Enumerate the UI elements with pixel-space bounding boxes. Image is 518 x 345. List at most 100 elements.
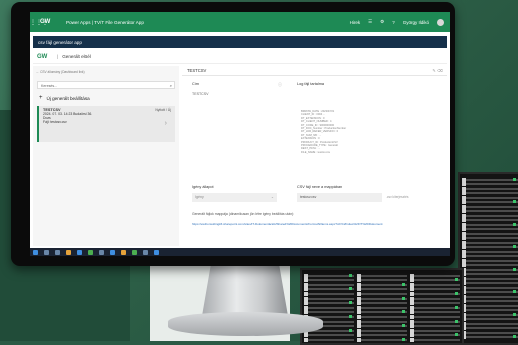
explorer-icon[interactable]: [66, 249, 71, 255]
file-entry: [410, 333, 460, 338]
file-entry: [462, 182, 518, 186]
file-entry: [462, 249, 518, 254]
file-list-row: [462, 177, 518, 182]
file-entry: [410, 291, 460, 296]
file-list-row: [462, 231, 518, 236]
file-entry: [357, 314, 407, 319]
file-entry: [304, 333, 354, 338]
file-list-row: [304, 333, 460, 338]
status-dropdown[interactable]: Igény ⌄: [192, 193, 277, 202]
file-entry: [410, 296, 460, 301]
app-icon[interactable]: [154, 249, 159, 255]
new-record-button[interactable]: + Új generált beállítása: [39, 95, 90, 101]
news-button[interactable]: Hirek: [350, 20, 361, 25]
file-entry: [462, 186, 518, 191]
chevron-right-icon[interactable]: ›: [165, 120, 167, 127]
search-icon[interactable]: ⌕: [170, 82, 172, 90]
file-entry: [410, 273, 460, 278]
file-entry: [410, 287, 460, 292]
page-title: Generált elöél: [62, 54, 91, 59]
sync-label: Igény állapot: [192, 185, 214, 189]
start-icon[interactable]: [33, 249, 38, 255]
plus-icon: +: [39, 95, 43, 101]
settings-icon[interactable]: ⚙: [380, 19, 384, 25]
file-entry: [462, 272, 518, 276]
teams-icon[interactable]: [132, 249, 137, 255]
record-list-panel: ← CSV állomány (Dashboard link) Keresés.…: [33, 66, 179, 246]
status-dropdown-value: Igény: [195, 195, 204, 199]
menu-icon[interactable]: ☰: [368, 19, 372, 25]
detail-header: TESTCSV ✎ ⌫: [182, 66, 447, 76]
word-icon[interactable]: [110, 249, 115, 255]
detail-panel: TESTCSV ✎ ⌫ Cím ⓘ TESTCSV Log fájl tarta…: [182, 66, 447, 246]
file-entry: [462, 227, 518, 231]
file-list-row: [304, 287, 460, 292]
file-entry: [462, 204, 518, 209]
file-list-row: [462, 213, 518, 218]
file-entry: [462, 276, 518, 281]
file-entry: [357, 291, 407, 296]
file-entry: [410, 328, 460, 333]
file-entry: [357, 273, 407, 278]
edge-icon[interactable]: [77, 249, 82, 255]
new-record-label: Új generált beállítása: [46, 95, 90, 101]
list-item[interactable]: TESTCSV Nyitott / Új 2024. 07. 03. 14:23…: [37, 106, 175, 142]
app-launcher-icon[interactable]: ⋮⋮⋮: [30, 19, 48, 26]
help-icon[interactable]: ?: [392, 20, 395, 25]
detail-title: TESTCSV: [187, 68, 207, 73]
file-list-row: [462, 254, 518, 258]
user-name: György Ildikó: [402, 19, 429, 25]
file-entry: [462, 267, 518, 272]
file-entry: [462, 299, 518, 303]
topbar-title: Power Apps | TV/T File Generátor App: [66, 19, 144, 25]
file-list-row: [462, 195, 518, 200]
search-taskbar-icon[interactable]: [44, 249, 49, 255]
file-entry: [410, 305, 460, 310]
file-list-row: [304, 296, 460, 301]
file-list-row: [462, 245, 518, 249]
file-entry: [462, 263, 518, 267]
name-value: TESTCSV: [192, 92, 209, 96]
outlook-icon[interactable]: [99, 249, 104, 255]
csv-name-value: testcsv.csv: [300, 195, 317, 199]
taskview-icon[interactable]: [55, 249, 60, 255]
file-list-row: [462, 272, 518, 276]
file-list-row: [462, 285, 518, 290]
file-entry: [304, 291, 354, 296]
app-title-bar: csv fájl generátor app: [33, 36, 447, 48]
file-list-row: [462, 209, 518, 213]
file-entry: [462, 195, 518, 200]
log-label: Log fájl tartalma: [297, 82, 325, 86]
edit-delete-icons[interactable]: ✎ ⌫: [432, 66, 443, 76]
file-entry: [357, 282, 407, 287]
app-icon[interactable]: [121, 249, 126, 255]
search-input[interactable]: Keresés... ⌕: [37, 81, 175, 89]
file-entry: [304, 273, 354, 278]
avatar[interactable]: [437, 18, 444, 26]
file-entry: [462, 317, 518, 321]
file-entry: [462, 218, 518, 222]
file-entry: [462, 290, 518, 294]
file-list-row: [462, 240, 518, 245]
file-entry: [462, 312, 518, 317]
file-list-row: [462, 258, 518, 263]
app-icon[interactable]: [143, 249, 148, 255]
page-header: GW | Generált elöél: [33, 50, 447, 64]
csv-name-field[interactable]: testcsv.csv: [297, 193, 382, 202]
file-list-row: [462, 249, 518, 254]
file-entry: [462, 321, 518, 326]
excel-icon[interactable]: [88, 249, 93, 255]
file-entry: [357, 301, 407, 306]
file-entry: [410, 278, 460, 283]
topbar-actions: Hirek ☰ ⚙ ? György Ildikó: [350, 18, 450, 26]
laptop-screen-right: [458, 172, 518, 345]
file-entry: [304, 301, 354, 306]
file-entry: [410, 324, 460, 329]
csv-label: CSV fájl neve a mappában: [297, 185, 343, 189]
file-list-row: [462, 290, 518, 294]
back-link[interactable]: ← CSV állomány (Dashboard link): [36, 70, 85, 74]
file-list-row: [462, 227, 518, 231]
file-entry: [304, 305, 354, 310]
file-entry: [462, 285, 518, 290]
folder-link[interactable]: https://ewfconsultingkft.sharepoint.com/…: [192, 222, 383, 226]
